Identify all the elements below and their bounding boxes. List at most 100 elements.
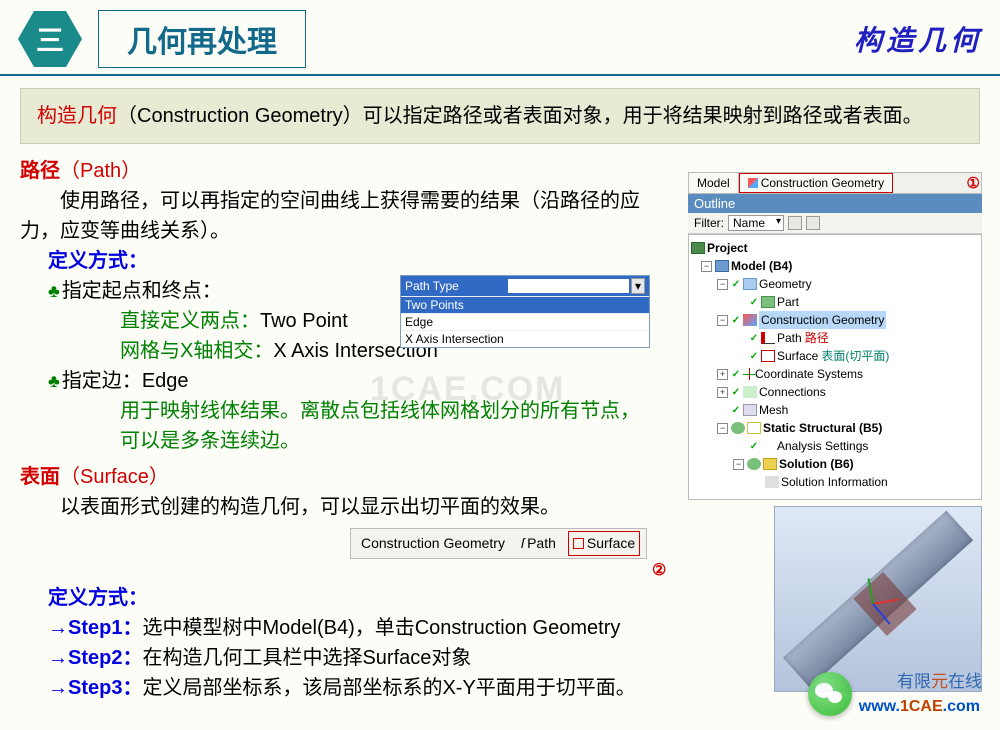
surface-icon — [761, 350, 775, 362]
club-icon: ♣ — [48, 281, 60, 301]
chevron-down-icon[interactable]: ▾ — [631, 278, 645, 294]
wechat-icon — [808, 672, 852, 716]
tree-surface-anno: 表面(切平面) — [821, 347, 889, 365]
check-icon: ✓ — [749, 441, 759, 451]
status-icon — [747, 458, 761, 470]
filter-btn2[interactable] — [806, 216, 820, 230]
check-icon: ✓ — [749, 351, 759, 361]
bullet2a: 指定边： — [62, 370, 142, 392]
check-icon: ✓ — [731, 279, 741, 289]
model-tree[interactable]: Project −Model (B4) −✓Geometry ✓Part −✓C… — [688, 234, 982, 500]
tree-geometry[interactable]: Geometry — [759, 275, 812, 293]
step3-label: →Step3： — [48, 677, 142, 699]
dropdown-header[interactable]: Path Type ▾ — [401, 276, 649, 296]
check-icon: ✓ — [731, 405, 741, 415]
step3-text: 定义局部坐标系，该局部坐标系的X-Y平面用于切平面。 — [142, 677, 635, 699]
header-divider — [0, 74, 1000, 76]
check-icon: ✓ — [749, 297, 759, 307]
tree-as[interactable]: Analysis Settings — [777, 437, 868, 455]
dropdown-value-area — [508, 279, 629, 293]
path-desc: 使用路径，可以再指定的空间曲线上获得需要的结果（沿路径的应力，应变等曲线关系）。 — [20, 186, 660, 246]
tree-cg[interactable]: Construction Geometry — [759, 311, 886, 329]
description-box: 构造几何（Construction Geometry）可以指定路径或者表面对象，… — [20, 88, 980, 144]
step1-text: 选中模型树中Model(B4)，单击Construction Geometry — [142, 617, 620, 639]
tree-part[interactable]: Part — [777, 293, 799, 311]
tree-sol[interactable]: Solution (B6) — [779, 455, 854, 473]
check-icon: ✓ — [731, 315, 741, 325]
filter-btn1[interactable] — [788, 216, 802, 230]
club-icon: ♣ — [48, 371, 60, 391]
pathtype-dropdown[interactable]: Path Type ▾ Two Points Edge X Axis Inter… — [400, 275, 650, 348]
check-icon: ✓ — [731, 369, 741, 379]
bullet1: 指定起点和终点： — [62, 280, 222, 302]
footer-brand: 有限元在线 — [897, 667, 982, 692]
step2-text: 在构造几何工具栏中选择Surface对象 — [142, 647, 471, 669]
cg-toolbar-path[interactable]: ſPath — [517, 532, 560, 555]
term-red: 构造几何 — [37, 105, 117, 127]
bullet1a-val: Two Point — [260, 310, 348, 332]
filter-select[interactable]: Name — [728, 215, 784, 231]
right-panel: Model Construction Geometry ① Outline Fi… — [688, 172, 982, 500]
tree-path[interactable]: Path — [777, 329, 802, 347]
cg-icon — [743, 314, 757, 326]
solinfo-icon — [765, 476, 779, 488]
surface-heading-en: （Surface） — [60, 466, 169, 488]
viewport-3d[interactable] — [774, 506, 982, 692]
desc-text: （Construction Geometry）可以指定路径或者表面对象，用于将结… — [117, 105, 923, 127]
tree-ss[interactable]: Static Structural (B5) — [763, 419, 882, 437]
page-title: 几何再处理 — [98, 10, 306, 68]
surface-heading: 表面 — [20, 466, 60, 488]
ss-icon — [747, 422, 761, 434]
callout-1: ① — [967, 174, 980, 193]
tree-conn[interactable]: Connections — [759, 383, 826, 401]
surface-desc: 以表面形式创建的构造几何，可以显示出切平面的效果。 — [20, 492, 720, 522]
tab-construction-geometry[interactable]: Construction Geometry — [739, 173, 893, 193]
collapse-icon[interactable]: − — [717, 279, 728, 290]
outline-filter: Filter: Name — [688, 213, 982, 234]
page-subtitle: 构造几何 — [854, 19, 982, 59]
tree-si[interactable]: Solution Information — [781, 473, 888, 491]
dropdown-opt-xaxis[interactable]: X Axis Intersection — [401, 330, 649, 347]
tree-path-anno: 路径 — [805, 329, 829, 347]
status-icon — [731, 422, 745, 434]
path-heading: 路径 — [20, 160, 60, 182]
bullet1b: 网格与X轴相交： — [120, 340, 273, 362]
watermark: 1CAE.COM — [370, 370, 565, 409]
check-icon: ✓ — [731, 387, 741, 397]
expand-icon[interactable]: + — [717, 387, 728, 398]
analysis-icon — [761, 440, 775, 452]
ribbon-tabs: Model Construction Geometry — [688, 172, 982, 194]
collapse-icon[interactable]: − — [701, 261, 712, 272]
bullet2b: Edge — [142, 370, 189, 392]
collapse-icon[interactable]: − — [733, 459, 744, 470]
mesh-icon — [743, 404, 757, 416]
tree-cs[interactable]: Coordinate Systems — [755, 365, 863, 383]
cg-toolbar-surface[interactable]: Surface — [568, 531, 640, 556]
expand-icon[interactable]: + — [717, 369, 728, 380]
solution-icon — [763, 458, 777, 470]
dropdown-opt-twopoints[interactable]: Two Points — [401, 296, 649, 313]
outline-header: Outline — [688, 194, 982, 213]
tree-mesh[interactable]: Mesh — [759, 401, 788, 419]
tree-project[interactable]: Project — [707, 239, 748, 257]
step1-label: →Step1： — [48, 617, 142, 639]
geometry-icon — [743, 278, 757, 290]
tree-surface[interactable]: Surface — [777, 347, 818, 365]
surface-icon — [573, 538, 584, 549]
check-icon: ✓ — [749, 333, 759, 343]
dropdown-opt-edge[interactable]: Edge — [401, 313, 649, 330]
step2-label: →Step2： — [48, 647, 142, 669]
footer-url: www.1CAE.com — [859, 698, 980, 716]
collapse-icon[interactable]: − — [717, 423, 728, 434]
cg-toolbar-cg[interactable]: Construction Geometry — [357, 532, 509, 555]
section-number: 三 — [18, 11, 82, 67]
path-heading-en: （Path） — [60, 160, 141, 182]
coordsys-icon — [743, 368, 755, 380]
tree-model[interactable]: Model (B4) — [731, 257, 792, 275]
path-icon — [761, 332, 775, 344]
collapse-icon[interactable]: − — [717, 315, 728, 326]
bullet1a: 直接定义两点： — [120, 310, 260, 332]
part-icon — [761, 296, 775, 308]
cg-icon — [748, 178, 758, 188]
tab-model[interactable]: Model — [689, 173, 739, 193]
